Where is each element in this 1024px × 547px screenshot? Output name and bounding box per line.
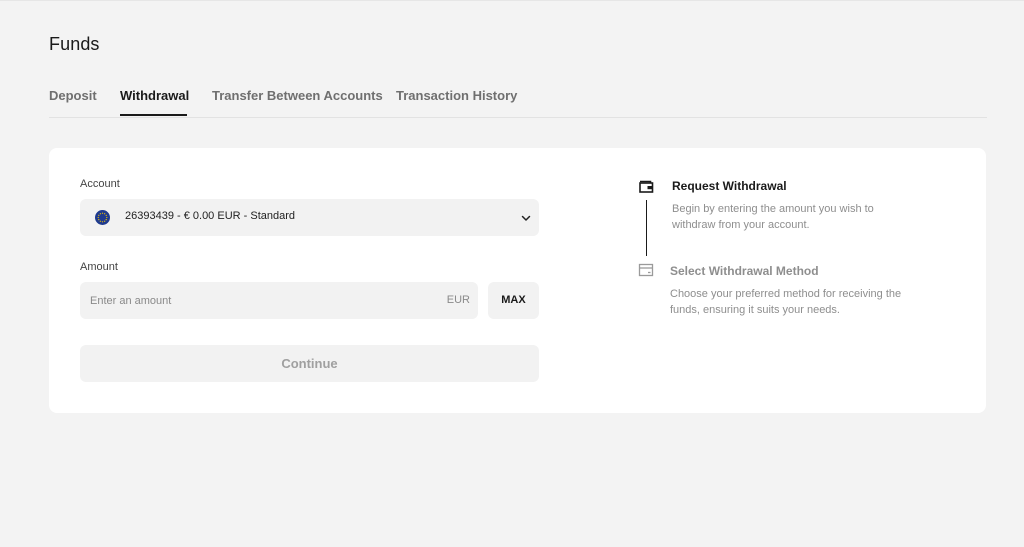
funds-tabs: Deposit Withdrawal Transfer Between Acco… (49, 80, 987, 118)
tab-transfer-between-accounts[interactable]: Transfer Between Accounts (212, 88, 383, 103)
withdrawal-card: Account 26393439 - € 0.00 EUR - Standard… (49, 148, 986, 413)
account-select[interactable]: 26393439 - € 0.00 EUR - Standard (80, 199, 539, 236)
amount-currency: EUR (446, 294, 470, 306)
step-select-method-description: Choose your preferred method for receivi… (670, 288, 902, 316)
active-tab-indicator (120, 114, 187, 116)
tab-transaction-history[interactable]: Transaction History (396, 88, 517, 103)
account-select-value: 26393439 - € 0.00 EUR - Standard (125, 210, 296, 222)
amount-field: EUR (80, 282, 478, 319)
chevron-down-icon (521, 215, 531, 221)
account-label: Account (80, 178, 120, 190)
max-button[interactable]: MAX (488, 282, 539, 319)
step-connector (646, 200, 647, 256)
top-divider (0, 0, 1024, 1)
wallet-icon (639, 180, 654, 193)
amount-input[interactable] (80, 282, 430, 319)
amount-label: Amount (80, 261, 118, 273)
continue-button[interactable]: Continue (80, 345, 539, 382)
page-title: Funds (49, 34, 100, 54)
card-icon (638, 263, 654, 277)
step-select-method-title: Select Withdrawal Method (670, 264, 819, 278)
eu-flag-icon (95, 210, 110, 225)
tab-deposit[interactable]: Deposit (49, 88, 97, 103)
step-request-withdrawal-description: Begin by entering the amount you wish to… (672, 203, 874, 231)
tab-withdrawal[interactable]: Withdrawal (120, 88, 189, 103)
step-request-withdrawal-title: Request Withdrawal (672, 179, 787, 193)
